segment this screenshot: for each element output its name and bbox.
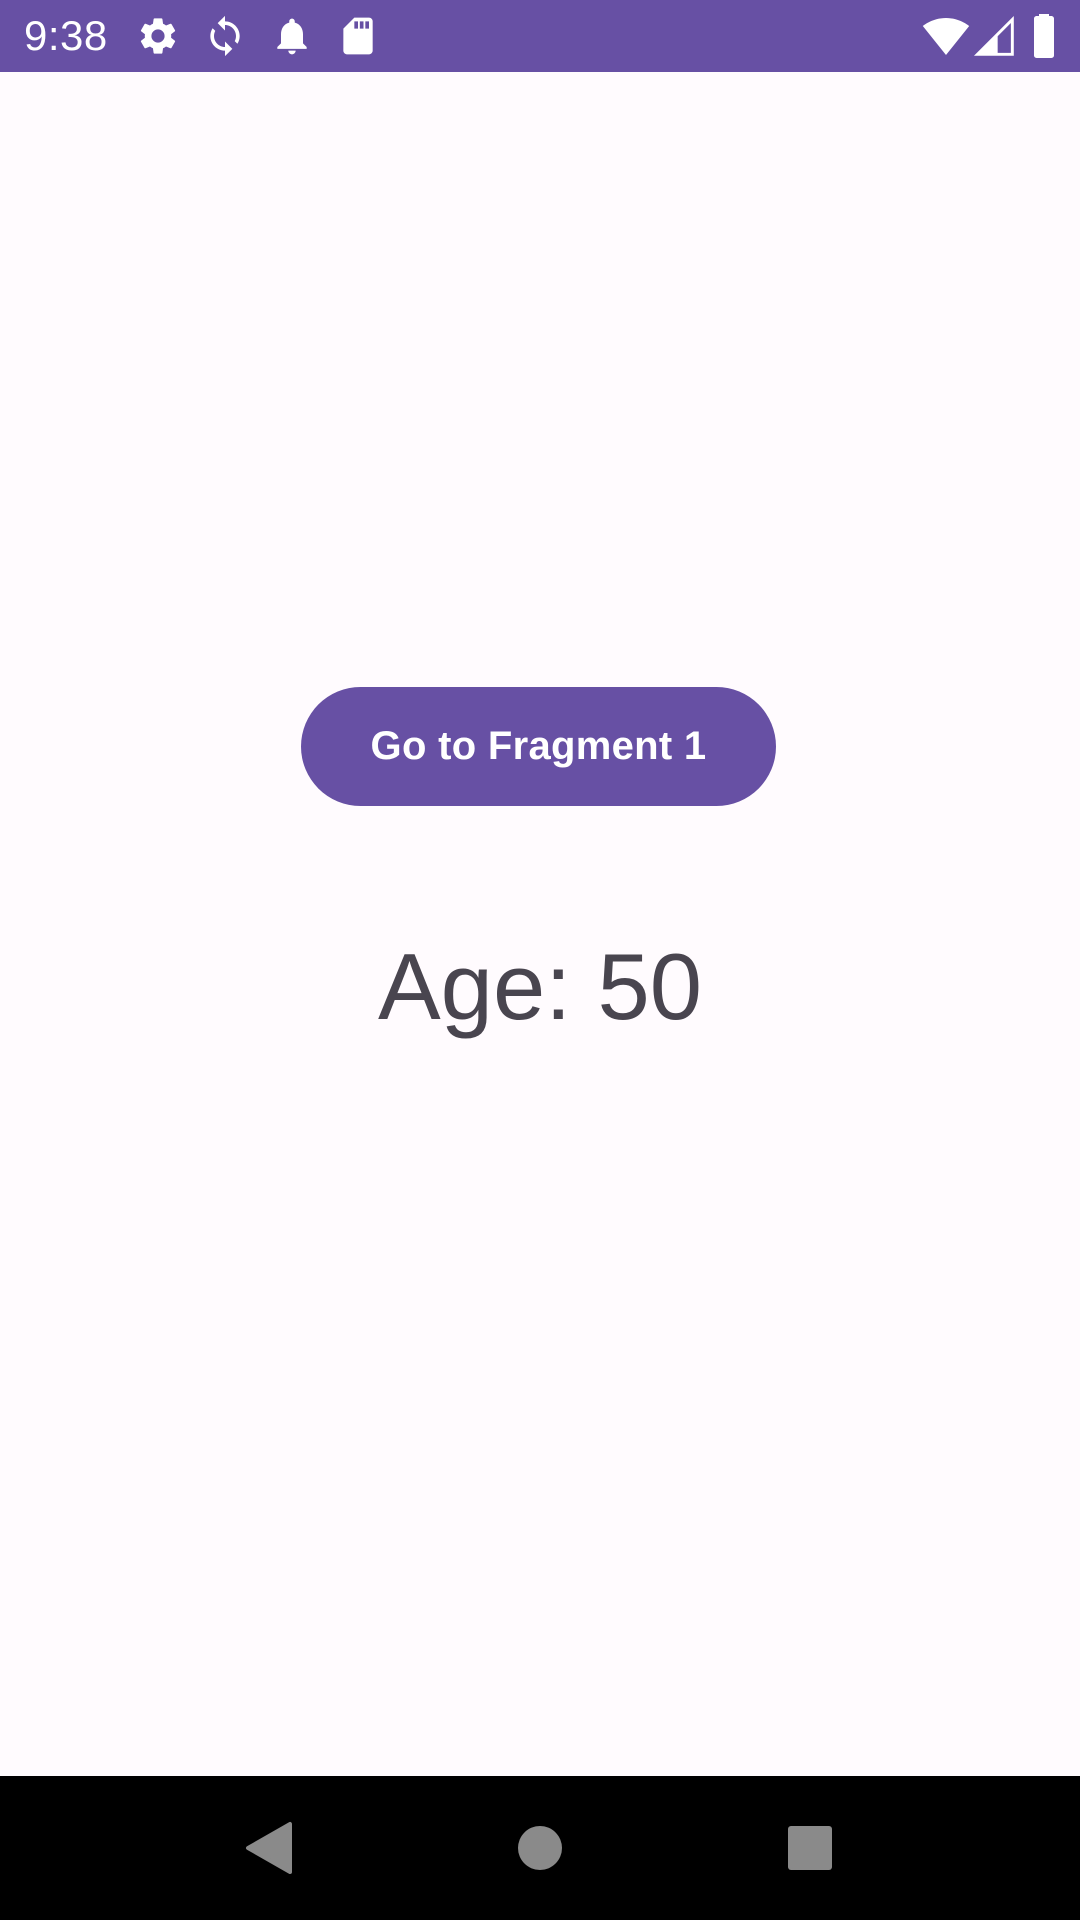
sync-icon <box>203 14 247 58</box>
app-screen: 9:38 Go to Fragment 1 Age: 50 <box>0 0 1080 1920</box>
notification-bell-icon <box>270 14 314 58</box>
wifi-icon <box>922 12 970 60</box>
age-label: Age: 50 <box>377 934 703 1039</box>
fragment-content: Go to Fragment 1 Age: 50 <box>0 72 1080 1776</box>
sd-card-icon <box>336 14 380 58</box>
status-time: 9:38 <box>24 12 108 59</box>
recents-icon[interactable] <box>760 1798 860 1898</box>
status-bar: 9:38 <box>0 0 1080 72</box>
home-icon[interactable] <box>490 1798 590 1898</box>
navigation-bar <box>0 1776 1080 1920</box>
back-icon[interactable] <box>218 1798 318 1898</box>
settings-icon <box>136 14 180 58</box>
cellular-signal-icon <box>972 14 1016 58</box>
battery-icon <box>1030 12 1058 60</box>
go-to-fragment-1-button[interactable]: Go to Fragment 1 <box>301 687 776 806</box>
